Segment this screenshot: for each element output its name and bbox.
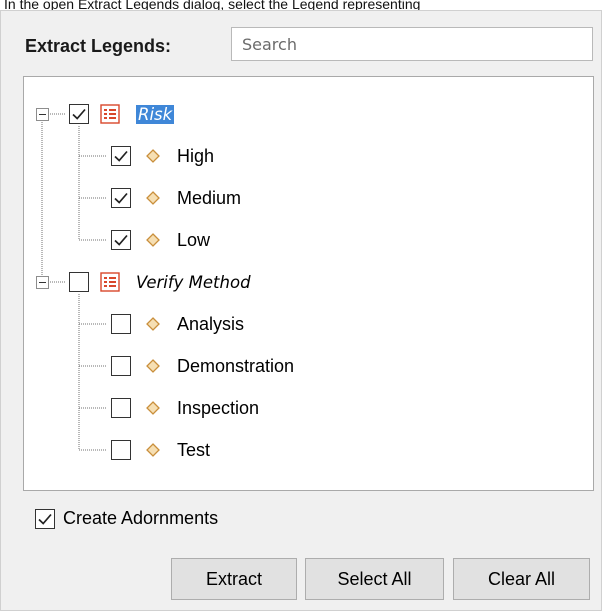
tree-group-row[interactable]: Risk	[69, 99, 175, 129]
legend-tree[interactable]: Risk High Medium Low Verify Method Analysis De…	[23, 76, 594, 491]
diamond-icon	[145, 190, 161, 206]
create-adornments-option[interactable]: Create Adornments	[35, 508, 218, 529]
extract-button[interactable]: Extract	[171, 558, 297, 600]
group-checkbox[interactable]	[69, 272, 89, 292]
diamond-icon	[145, 316, 161, 332]
select-all-button[interactable]: Select All	[305, 558, 444, 600]
item-checkbox[interactable]	[111, 398, 131, 418]
tree-item-label: Low	[177, 229, 211, 250]
tree-item-row[interactable]: Medium	[111, 183, 241, 213]
tree-item-label: Analysis	[177, 313, 245, 334]
tree-item-row[interactable]: Demonstration	[111, 351, 294, 381]
legend-list-icon	[100, 104, 120, 124]
item-checkbox[interactable]	[111, 314, 131, 334]
extract-legends-label: Extract Legends:	[25, 36, 172, 56]
legend-list-icon	[100, 272, 120, 292]
diamond-icon	[145, 232, 161, 248]
search-input[interactable]	[231, 27, 593, 61]
diamond-icon	[145, 358, 161, 374]
tree-item-label: Test	[177, 439, 211, 460]
tree-item-label: Demonstration	[177, 355, 295, 376]
create-adornments-label: Create Adornments	[63, 508, 219, 528]
extract-legends-dialog: Extract Legends: Risk High Medium Low Verify…	[0, 10, 602, 611]
tree-item-row[interactable]: Analysis	[111, 309, 244, 339]
create-adornments-checkbox[interactable]	[35, 508, 55, 529]
tree-item-row[interactable]: Test	[111, 435, 210, 465]
tree-group-label: Verify Method	[136, 272, 251, 292]
item-checkbox[interactable]	[111, 230, 131, 250]
tree-item-label: High	[177, 145, 215, 166]
tree-group-row[interactable]: Verify Method	[69, 267, 251, 297]
tree-item-row[interactable]: Low	[111, 225, 210, 255]
group-checkbox[interactable]	[69, 104, 89, 124]
diamond-icon	[145, 400, 161, 416]
item-checkbox[interactable]	[111, 356, 131, 376]
tree-group-label: Risk	[136, 104, 175, 124]
item-checkbox[interactable]	[111, 440, 131, 460]
item-checkbox[interactable]	[111, 146, 131, 166]
item-checkbox[interactable]	[111, 188, 131, 208]
collapse-minus-icon[interactable]	[36, 108, 49, 121]
tree-item-label: Inspection	[177, 397, 260, 418]
tree-item-row[interactable]: Inspection	[111, 393, 259, 423]
tree-item-label: Medium	[177, 187, 242, 208]
collapse-minus-icon[interactable]	[36, 276, 49, 289]
diamond-icon	[145, 442, 161, 458]
clear-all-button[interactable]: Clear All	[453, 558, 590, 600]
diamond-icon	[145, 148, 161, 164]
tree-item-row[interactable]: High	[111, 141, 214, 171]
